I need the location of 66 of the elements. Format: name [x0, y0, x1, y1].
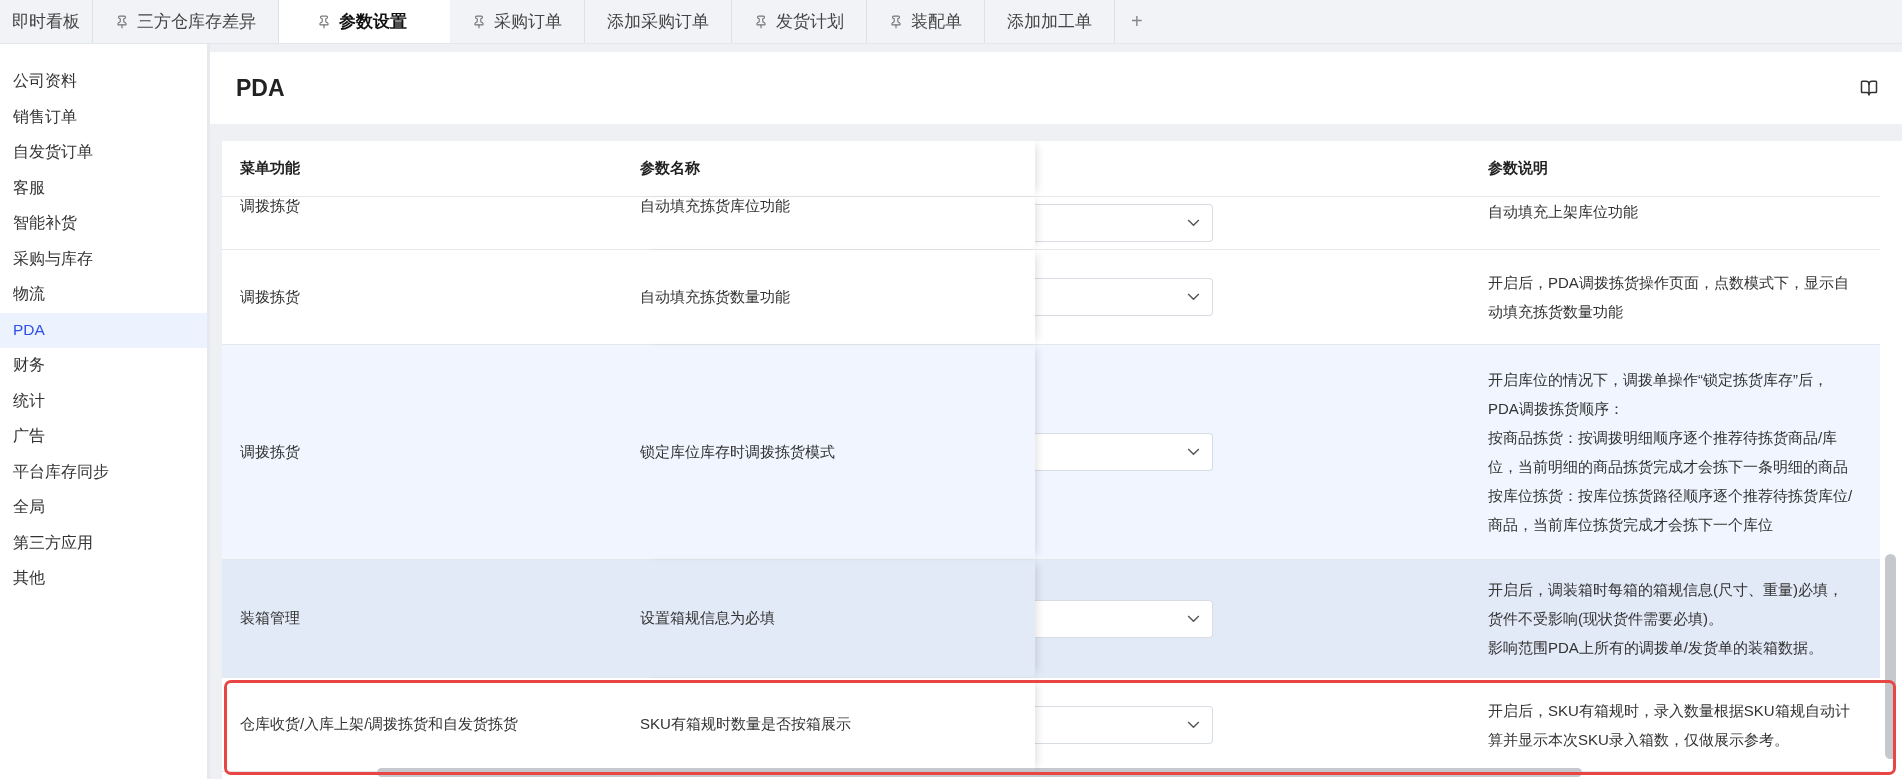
- page-title: PDA: [236, 74, 285, 102]
- sidebar-item[interactable]: 自发货订单: [0, 135, 207, 171]
- table-cell: 装箱管理: [240, 609, 300, 628]
- chevron-down-icon: [1187, 614, 1200, 623]
- sidebar-item[interactable]: PDA: [0, 312, 207, 348]
- chevron-down-icon: [1187, 720, 1200, 729]
- tab[interactable]: 添加加工单: [985, 0, 1115, 43]
- description-text: 自动填充上架库位功能: [1488, 202, 1639, 222]
- select-field[interactable]: [1035, 278, 1213, 316]
- select-field[interactable]: [1035, 433, 1213, 471]
- table-cell: 自动填充拣货数量功能: [640, 287, 790, 307]
- tab[interactable]: 添加采购订单: [585, 0, 732, 43]
- pin-icon: [317, 14, 331, 29]
- select-field[interactable]: [1035, 599, 1213, 638]
- table-cell: 锁定库位库存时调拨拣货模式: [640, 442, 835, 462]
- description-text: 按库位拣货：按库位拣货路径顺序逐个推荐待拣货库位/商品，当前库位拣货完成才会拣下一个库位: [1488, 486, 1854, 535]
- column-header: 菜单功能: [240, 159, 300, 178]
- table-cell: 调拨拣货: [240, 442, 300, 462]
- sidebar-item[interactable]: 统计: [0, 383, 207, 419]
- table-row[interactable]: 调拨拣货 自动填充拣货库位功能 自动填充上架库位功能: [222, 197, 1880, 250]
- description-text: 按商品拣货：按调拨明细顺序逐个推荐待拣货商品/库位，当前明细的商品拣货完成才会拣下一条明细的商品: [1488, 428, 1849, 477]
- select-field[interactable]: [1035, 705, 1213, 744]
- description-text: 开启后，PDA调拨拣货操作页面，点数模式下，显示自动填充拣货数量功能: [1488, 273, 1850, 322]
- table-cell: 设置箱规信息为必填: [640, 609, 775, 628]
- sidebar-item[interactable]: 客服: [0, 170, 207, 206]
- tab[interactable]: 发货计划: [732, 0, 867, 43]
- tab[interactable]: 即时看板: [0, 0, 93, 43]
- tab[interactable]: 采购订单: [450, 0, 585, 43]
- pin-icon: [889, 14, 903, 29]
- sidebar-item[interactable]: 全局: [0, 490, 207, 526]
- table-cell: 调拨拣货: [240, 197, 300, 216]
- table-cell: 自动填充拣货库位功能: [640, 197, 790, 216]
- column-header: 参数名称: [640, 159, 700, 178]
- table-row[interactable]: 装箱管理 设置箱规信息为必填 开启后，调装箱时每箱的箱规信息(尺寸、重量)必填，货件不受影响(现状货件需要必填)。 影响范围PDA上所有的调拨单/发货单的装箱数据。: [222, 560, 1880, 678]
- description-text: 开启后，调装箱时每箱的箱规信息(尺寸、重量)必填，货件不受影响(现状货件需要必填)。: [1488, 580, 1844, 629]
- table-cell: SKU有箱规时数量是否按箱展示: [640, 715, 851, 734]
- description-text: 开启库位的情况下，调拨单操作“锁定拣货库存”后，PDA调拨拣货顺序：: [1488, 370, 1829, 419]
- sidebar-item[interactable]: 广告: [0, 419, 207, 455]
- sidebar-item[interactable]: 公司资料: [0, 64, 207, 100]
- chevron-down-icon: [1187, 219, 1200, 227]
- chevron-down-icon: [1187, 293, 1200, 301]
- tab[interactable]: 参数设置: [279, 0, 450, 43]
- table-cell: 调拨拣货: [240, 287, 300, 307]
- sidebar-item[interactable]: 物流: [0, 277, 207, 313]
- description-text: 影响范围PDA上所有的调拨单/发货单的装箱数据。: [1488, 638, 1824, 658]
- sidebar-item[interactable]: 财务: [0, 348, 207, 384]
- sidebar-item[interactable]: 采购与库存: [0, 241, 207, 277]
- chevron-down-icon: [1187, 448, 1200, 456]
- column-header: 参数说明: [1488, 159, 1548, 178]
- table-row[interactable]: 调拨拣货 锁定库位库存时调拨拣货模式 开启库位的情况下，调拨单操作“锁定拣货库存”后，PDA调拨拣货顺序： 按商品拣货：按调拨明细顺序逐个推荐待拣货商品/库位，当前明细的商品拣货完成才会拣下一条明细的商品 按库位拣货：按库位拣货路径顺序逐个推荐待拣货库位/商品，当前库位拣货完成才会拣下一个库位: [222, 345, 1880, 560]
- pin-icon: [115, 14, 129, 29]
- pin-icon: [472, 14, 486, 29]
- scrollbar-thumb[interactable]: [377, 768, 1582, 777]
- sidebar-item[interactable]: 销售订单: [0, 99, 207, 135]
- book-icon[interactable]: [1860, 79, 1878, 97]
- tab[interactable]: 装配单: [867, 0, 985, 43]
- select-field[interactable]: [1035, 204, 1213, 242]
- scrollbar-thumb[interactable]: [1885, 554, 1896, 759]
- table-row[interactable]: 调拨拣货 自动填充拣货数量功能 开启后，PDA调拨拣货操作页面，点数模式下，显示自动填充拣货数量功能: [222, 250, 1880, 345]
- sidebar-item[interactable]: 第三方应用: [0, 525, 207, 561]
- sidebar-item[interactable]: 智能补货: [0, 206, 207, 242]
- description-text: 开启后，SKU有箱规时，录入数量根据SKU箱规自动计算并显示本次SKU录入箱数，仅做展示参考。: [1488, 700, 1851, 750]
- sidebar-item[interactable]: 平台库存同步: [0, 454, 207, 490]
- sidebar-item[interactable]: 其他: [0, 561, 207, 597]
- pin-icon: [754, 14, 768, 29]
- table-cell: 仓库收货/入库上架/调拨拣货和自发货拣货: [240, 715, 519, 734]
